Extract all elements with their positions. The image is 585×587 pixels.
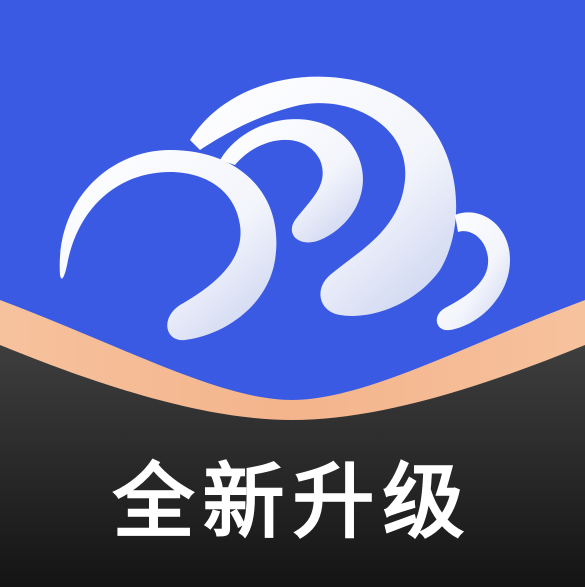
banner-title: 全新升级	[112, 455, 473, 550]
app-icon: 全新升级	[0, 0, 585, 587]
